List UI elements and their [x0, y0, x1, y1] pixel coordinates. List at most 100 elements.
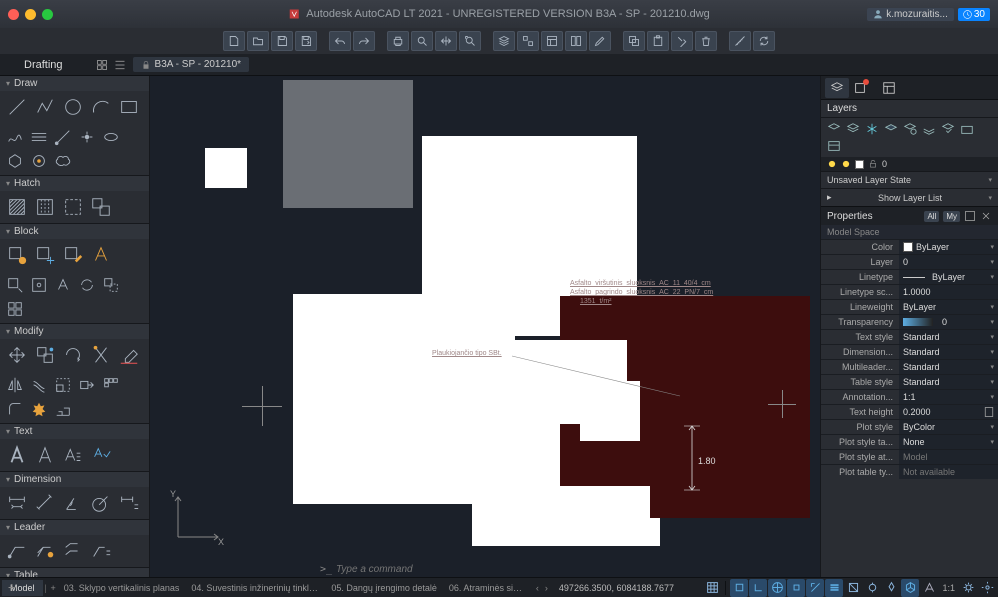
layers-tab-icon[interactable]	[825, 78, 849, 98]
dimension-header[interactable]: Dimension	[0, 472, 149, 487]
dim-aligned-tool[interactable]	[31, 489, 59, 517]
transparency-toggle[interactable]	[844, 579, 862, 597]
hatch-header[interactable]: Hatch	[0, 176, 149, 191]
leader-align-tool[interactable]	[59, 537, 87, 565]
edit-block-tool[interactable]	[59, 241, 87, 269]
boundary-tool[interactable]	[59, 193, 87, 221]
leader-add-tool[interactable]	[31, 537, 59, 565]
mirror-tool[interactable]	[3, 373, 27, 397]
mtext-tool[interactable]	[3, 441, 31, 469]
linetype-scale-property[interactable]: 1.0000	[899, 285, 998, 299]
lineweight-toggle[interactable]	[825, 579, 843, 597]
donut-tool[interactable]	[27, 149, 51, 173]
circle-tool[interactable]	[59, 93, 87, 121]
line-tool[interactable]	[3, 93, 31, 121]
layer-button[interactable]	[493, 31, 515, 51]
polar-toggle[interactable]	[768, 579, 786, 597]
text-header[interactable]: Text	[0, 424, 149, 439]
plot-style-property[interactable]: ByColor	[899, 420, 998, 434]
tool-palette-button[interactable]	[565, 31, 587, 51]
wblock-tool[interactable]	[3, 273, 27, 297]
blocks-tab-icon[interactable]	[851, 78, 875, 98]
layout-tab-06[interactable]: 06. Atraminės sienu	[443, 580, 533, 596]
view-list-button[interactable]	[111, 56, 129, 74]
view-grid-button[interactable]	[93, 56, 111, 74]
save-button[interactable]	[271, 31, 293, 51]
text-style-tool[interactable]	[59, 441, 87, 469]
xref-tool[interactable]	[99, 273, 123, 297]
drafting-tab[interactable]: Drafting	[0, 59, 87, 71]
anno-scale-value[interactable]: 1:1	[939, 583, 958, 593]
rename-button[interactable]	[589, 31, 611, 51]
workspace-toggle[interactable]	[959, 579, 977, 597]
plot-button[interactable]	[387, 31, 409, 51]
user-menu[interactable]: k.mozuraitis...	[867, 8, 954, 21]
transparency-property[interactable]: 0	[899, 315, 998, 329]
current-layer-row[interactable]: 0	[821, 157, 998, 171]
block-header[interactable]: Block	[0, 224, 149, 239]
open-button[interactable]	[247, 31, 269, 51]
offset-tool[interactable]	[27, 373, 51, 397]
color-property[interactable]: ByLayer	[899, 240, 998, 254]
draw-header[interactable]: Draw	[0, 76, 149, 91]
layer-iso-button[interactable]	[920, 121, 938, 137]
saveas-button[interactable]	[295, 31, 317, 51]
erase-tool[interactable]	[115, 341, 143, 369]
layer-merge-button[interactable]	[939, 121, 957, 137]
pan-button[interactable]	[435, 31, 457, 51]
mleader-tool[interactable]	[3, 537, 31, 565]
pick-add-icon[interactable]	[980, 210, 992, 222]
text-height-property[interactable]: 0.2000	[899, 405, 998, 419]
filter-all-button[interactable]: All	[924, 211, 939, 222]
command-line[interactable]: >_ ✕	[320, 564, 820, 575]
layer-delete-button[interactable]	[844, 121, 862, 137]
customize-button[interactable]	[978, 579, 996, 597]
text-tool[interactable]	[31, 441, 59, 469]
properties-tab-icon[interactable]	[877, 78, 901, 98]
snap-toggle[interactable]	[730, 579, 748, 597]
selection-cycling-toggle[interactable]	[863, 579, 881, 597]
zoom-window-button[interactable]	[42, 9, 53, 20]
dim-style-tool[interactable]	[115, 489, 143, 517]
table-style-property[interactable]: Standard	[899, 375, 998, 389]
refresh-button[interactable]	[753, 31, 775, 51]
point-tool[interactable]	[75, 125, 99, 149]
leader-header[interactable]: Leader	[0, 520, 149, 535]
stretch-tool[interactable]	[75, 373, 99, 397]
revcloud-tool[interactable]	[51, 149, 75, 173]
block-editor-button[interactable]	[517, 31, 539, 51]
polyline-tool[interactable]	[31, 93, 59, 121]
base-tool[interactable]	[27, 273, 51, 297]
zoom-button[interactable]	[411, 31, 433, 51]
layout-tab-03[interactable]: 03. Sklypo vertikalinis planas	[58, 580, 186, 596]
dim-radius-tool[interactable]	[87, 489, 115, 517]
grid-toggle[interactable]	[703, 579, 721, 597]
layer-state-dropdown[interactable]: Unsaved Layer State	[821, 171, 998, 188]
iso-toggle[interactable]	[901, 579, 919, 597]
dim-angular-tool[interactable]	[59, 489, 87, 517]
trim-tool[interactable]	[87, 341, 115, 369]
xline-tool[interactable]	[27, 125, 51, 149]
rotate-tool[interactable]	[59, 341, 87, 369]
attribute-tool[interactable]	[87, 241, 115, 269]
region-tool[interactable]	[87, 193, 115, 221]
ray-tool[interactable]	[51, 125, 75, 149]
layer-off-button[interactable]	[882, 121, 900, 137]
redo-button[interactable]	[353, 31, 375, 51]
drawing-canvas[interactable]: Asfalto_viršutinis_sluoksnis_AC_11_40/4_…	[150, 76, 820, 577]
linetype-property[interactable]: ByLayer	[899, 270, 998, 284]
osnap-toggle[interactable]	[787, 579, 805, 597]
undo-button[interactable]	[329, 31, 351, 51]
lineweight-property[interactable]: ByLayer	[899, 300, 998, 314]
ortho-toggle[interactable]	[749, 579, 767, 597]
quick-select-icon[interactable]	[964, 210, 976, 222]
filter-my-button[interactable]: My	[943, 211, 960, 222]
anno-scale-property[interactable]: 1:1	[899, 390, 998, 404]
leader-style-tool[interactable]	[87, 537, 115, 565]
polygon-tool[interactable]	[3, 149, 27, 173]
layout-nav-left[interactable]: ‹	[533, 583, 542, 593]
layer-new-button[interactable]	[825, 121, 843, 137]
attsync-tool[interactable]	[75, 273, 99, 297]
table-header[interactable]: Table	[0, 568, 149, 577]
show-layer-list-toggle[interactable]: ▸ Show Layer List	[821, 188, 998, 206]
